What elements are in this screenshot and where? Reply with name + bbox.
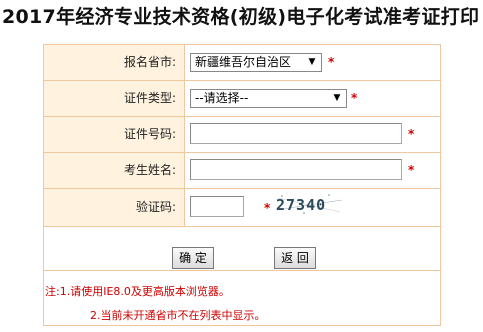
cert-number-required-mark: * (408, 127, 415, 141)
button-row: 确 定 返 回 (44, 227, 440, 271)
captcha-input[interactable] (190, 196, 244, 217)
cert-number-label: 证件号码: (44, 117, 185, 152)
cert-number-row: 证件号码: * (44, 117, 440, 153)
name-row: 考生姓名: * (44, 153, 440, 189)
name-required-mark: * (408, 163, 415, 177)
cert-number-input[interactable] (190, 123, 402, 144)
page-title: 2017年经济专业技术资格(初级)电子化考试准考证打印 (2, 6, 480, 28)
province-row: 报名省市: 新疆维吾尔自治区 ▼ * (44, 45, 440, 81)
province-label: 报名省市: (44, 45, 185, 80)
name-input[interactable] (190, 159, 402, 180)
cert-type-select[interactable]: --请选择-- ▼ (190, 89, 347, 108)
confirm-button[interactable]: 确 定 (172, 247, 214, 269)
name-label: 考生姓名: (44, 153, 185, 188)
captcha-image[interactable]: 27340 (274, 192, 344, 214)
province-select[interactable]: 新疆维吾尔自治区 ▼ (190, 53, 322, 72)
svg-text:27340: 27340 (276, 196, 326, 214)
cert-type-select-value: --请选择-- (195, 91, 249, 105)
province-required-mark: * (328, 55, 335, 69)
cert-type-label: 证件类型: (44, 81, 185, 116)
cert-type-required-mark: * (351, 91, 358, 105)
cert-type-row: 证件类型: --请选择-- ▼ * (44, 81, 440, 117)
note-line-1: 注:1.请使用IE8.0及更高版本浏览器。 (45, 285, 230, 298)
chevron-down-icon: ▼ (308, 57, 316, 67)
captcha-row: 验证码: * 27340 (44, 189, 440, 227)
note-line-2: 2.当前未开通省市不在列表中显示。 (90, 309, 266, 322)
province-select-value: 新疆维吾尔自治区 (195, 55, 292, 69)
captcha-required-mark: * (264, 201, 271, 215)
captcha-label: 验证码: (44, 189, 185, 226)
back-button[interactable]: 返 回 (274, 247, 316, 269)
chevron-down-icon: ▼ (333, 93, 341, 103)
